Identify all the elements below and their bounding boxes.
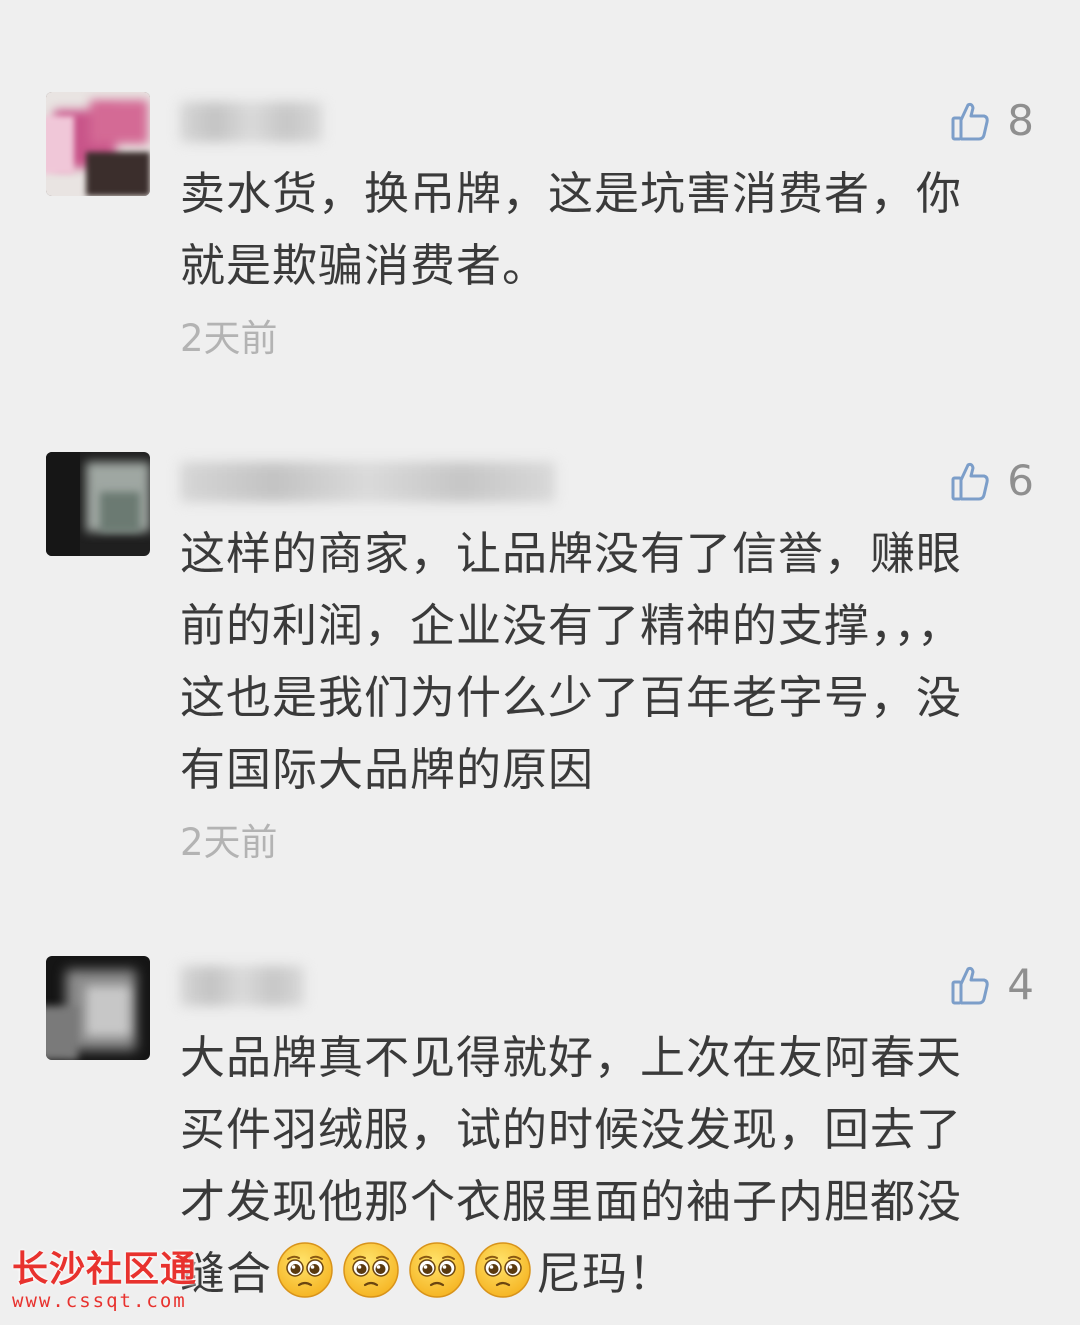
pleading-face-emoji [474,1241,532,1299]
like-count: 6 [1007,456,1034,505]
emoji-row [272,1242,536,1300]
comment-time: 2天前 [180,821,278,864]
like-button[interactable]: 4 [951,964,1034,1006]
like-button[interactable]: 6 [951,460,1034,502]
pleading-face-emoji [342,1241,400,1299]
comment-text: 大品牌真不见得就好，上次在友阿春天买件羽绒服，试的时候没发现，回去了才发现他那个… [180,1022,1000,1310]
comment-text-tail: 尼玛！ [536,1247,675,1300]
thumbs-up-icon [951,461,989,501]
thumbs-up-icon [951,101,989,141]
username-blurred[interactable] [180,462,555,502]
like-button[interactable]: 8 [951,100,1034,142]
watermark-url: www.cssqt.com [12,1290,187,1312]
site-watermark: 长沙社区通 www.cssqt.com [12,1249,198,1313]
avatar[interactable] [46,956,150,1060]
thumbs-up-icon [951,965,989,1005]
comment-time: 2天前 [180,317,278,360]
comment-text: 卖水货，换吊牌，这是坑害消费者，你就是欺骗消费者。 [180,167,963,292]
pleading-face-emoji [276,1241,334,1299]
like-count: 8 [1007,96,1034,145]
username-blurred[interactable] [180,102,322,142]
like-count: 4 [1007,960,1034,1009]
avatar[interactable] [46,452,150,556]
watermark-title: 长沙社区通 [12,1249,198,1290]
comment-text: 这样的商家，让品牌没有了信誉，赚眼前的利润，企业没有了精神的支撑，，，这也是我们… [180,527,964,796]
pleading-face-emoji [408,1241,466,1299]
avatar[interactable] [46,92,150,196]
username-blurred[interactable] [180,966,304,1006]
